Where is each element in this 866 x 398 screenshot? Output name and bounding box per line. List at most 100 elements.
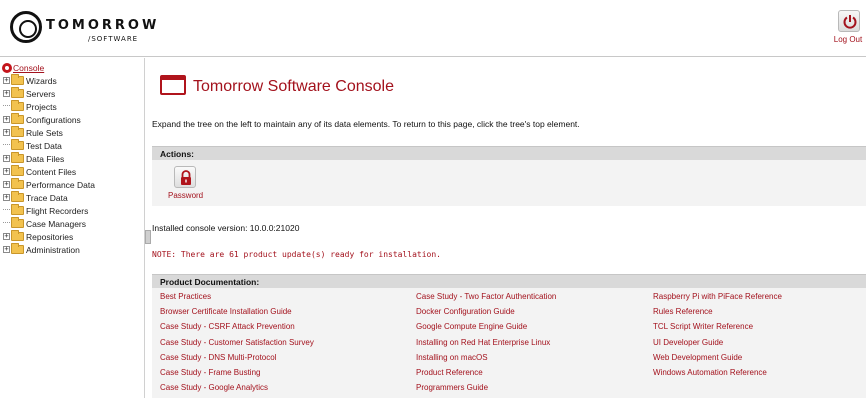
logo-circle-icon	[10, 11, 42, 43]
actions-title: Actions:	[160, 149, 194, 159]
tree-item-label[interactable]: Projects	[26, 102, 57, 112]
doc-link[interactable]: Case Study - DNS Multi-Protocol	[160, 352, 314, 367]
expander-plus-icon[interactable]: +	[3, 116, 10, 123]
update-note: NOTE: There are 61 product update(s) rea…	[152, 250, 441, 259]
folder-icon	[11, 74, 24, 85]
doc-link[interactable]: Installing on macOS	[416, 352, 556, 367]
doc-link[interactable]: Product Reference	[416, 367, 556, 382]
doc-link[interactable]: Case Study - Google Analytics	[160, 382, 314, 397]
tree-item-label[interactable]: Flight Recorders	[26, 206, 88, 216]
doc-link[interactable]: Browser Certificate Installation Guide	[160, 306, 314, 321]
lock-icon	[174, 166, 196, 188]
doc-link[interactable]: Docker Configuration Guide	[416, 306, 556, 321]
main-content: Tomorrow Software Console Expand the tre…	[152, 58, 866, 398]
tree-item[interactable]: Projects	[3, 100, 57, 113]
tree-item-label[interactable]: Repositories	[26, 232, 73, 242]
doc-link[interactable]: UI Developer Guide	[653, 337, 782, 352]
password-label: Password	[168, 191, 204, 200]
tree-item[interactable]: + Servers	[3, 87, 55, 100]
tree-item[interactable]: + Trace Data	[3, 191, 68, 204]
folder-icon	[11, 139, 24, 150]
folder-icon	[11, 113, 24, 124]
expander-plus-icon[interactable]: +	[3, 155, 10, 162]
doc-link[interactable]: Web Development Guide	[653, 352, 782, 367]
expander-plus-icon[interactable]: +	[3, 90, 10, 97]
doc-column-2: Case Study - Two Factor Authentication Do…	[416, 291, 556, 397]
tree-item[interactable]: + Configurations	[3, 113, 81, 126]
folder-icon	[11, 243, 24, 254]
documentation-title: Product Documentation:	[160, 277, 260, 287]
doc-link[interactable]: Google Compute Engine Guide	[416, 321, 556, 336]
tree-connector	[3, 221, 10, 229]
tree-item[interactable]: Flight Recorders	[3, 204, 88, 217]
actions-panel: Password	[152, 160, 866, 206]
expander-plus-icon[interactable]: +	[3, 194, 10, 201]
navigation-tree: Console + Wizards + Servers Projects + Configu…	[0, 58, 145, 398]
doc-link[interactable]: Best Practices	[160, 291, 314, 306]
header: TOMORROW /SOFTWARE Log Out	[0, 0, 866, 57]
expander-plus-icon[interactable]: +	[3, 168, 10, 175]
doc-link[interactable]: Rules Reference	[653, 306, 782, 321]
expander-plus-icon[interactable]: +	[3, 233, 10, 240]
tree-item[interactable]: + Performance Data	[3, 178, 95, 191]
actions-header: Actions:	[152, 146, 866, 160]
tree-root-console[interactable]: Console	[2, 61, 44, 74]
tree-item[interactable]: Case Managers	[3, 217, 86, 230]
tree-item-label[interactable]: Content Files	[26, 167, 76, 177]
tree-item[interactable]: + Data Files	[3, 152, 64, 165]
doc-link[interactable]: Installing on Red Hat Enterprise Linux	[416, 337, 556, 352]
doc-link[interactable]: Case Study - Two Factor Authentication	[416, 291, 556, 306]
tree-root-label[interactable]: Console	[13, 63, 44, 73]
doc-column-3: Raspberry Pi with PiFace Reference Rules …	[653, 291, 782, 382]
tree-item[interactable]: + Repositories	[3, 230, 73, 243]
folder-icon	[11, 152, 24, 163]
tree-item-label[interactable]: Administration	[26, 245, 80, 255]
tree-item[interactable]: + Wizards	[3, 74, 57, 87]
tree-item[interactable]: + Content Files	[3, 165, 76, 178]
folder-icon	[11, 178, 24, 189]
tree-connector	[3, 143, 10, 151]
doc-link[interactable]: TCL Script Writer Reference	[653, 321, 782, 336]
page-title: Tomorrow Software Console	[193, 78, 394, 95]
doc-link[interactable]: Raspberry Pi with PiFace Reference	[653, 291, 782, 306]
password-button[interactable]: Password	[168, 166, 204, 206]
console-gear-icon	[2, 62, 12, 73]
tree-connector	[3, 208, 10, 216]
folder-icon	[11, 217, 24, 228]
logout-button[interactable]: Log Out	[832, 10, 866, 48]
logo-sub: /SOFTWARE	[88, 35, 139, 43]
documentation-panel: Best Practices Browser Certificate Instal…	[152, 288, 866, 398]
tree-item-label[interactable]: Trace Data	[26, 193, 68, 203]
expander-plus-icon[interactable]: +	[3, 246, 10, 253]
company-logo: TOMORROW /SOFTWARE	[10, 11, 156, 45]
expander-plus-icon[interactable]: +	[3, 77, 10, 84]
doc-link[interactable]: Case Study - Frame Busting	[160, 367, 314, 382]
doc-link[interactable]: Windows Automation Reference	[653, 367, 782, 382]
doc-link[interactable]: Case Study - Customer Satisfaction Surve…	[160, 337, 314, 352]
tree-item[interactable]: + Administration	[3, 243, 80, 256]
expander-plus-icon[interactable]: +	[3, 129, 10, 136]
logo-word: TOMORROW	[46, 18, 160, 33]
tree-item-label[interactable]: Case Managers	[26, 219, 86, 229]
tree-item-label[interactable]: Wizards	[26, 76, 57, 86]
power-icon	[838, 10, 860, 32]
folder-icon	[11, 165, 24, 176]
tree-item-label[interactable]: Performance Data	[26, 180, 95, 190]
folder-icon	[11, 87, 24, 98]
tree-item-label[interactable]: Data Files	[26, 154, 64, 164]
logout-label: Log Out	[833, 35, 863, 44]
tree-item-label[interactable]: Test Data	[26, 141, 62, 151]
tree-item[interactable]: + Rule Sets	[3, 126, 63, 139]
intro-text: Expand the tree on the left to maintain …	[152, 119, 580, 129]
tree-item-label[interactable]: Rule Sets	[26, 128, 63, 138]
sidebar-splitter-handle[interactable]	[145, 230, 151, 244]
tree-item[interactable]: Test Data	[3, 139, 62, 152]
folder-icon	[11, 126, 24, 137]
expander-plus-icon[interactable]: +	[3, 181, 10, 188]
tree-item-label[interactable]: Servers	[26, 89, 55, 99]
tree-connector	[3, 104, 10, 112]
doc-link[interactable]: Case Study - CSRF Attack Prevention	[160, 321, 314, 336]
tree-item-label[interactable]: Configurations	[26, 115, 81, 125]
doc-link[interactable]: Programmers Guide	[416, 382, 556, 397]
folder-icon	[11, 230, 24, 241]
